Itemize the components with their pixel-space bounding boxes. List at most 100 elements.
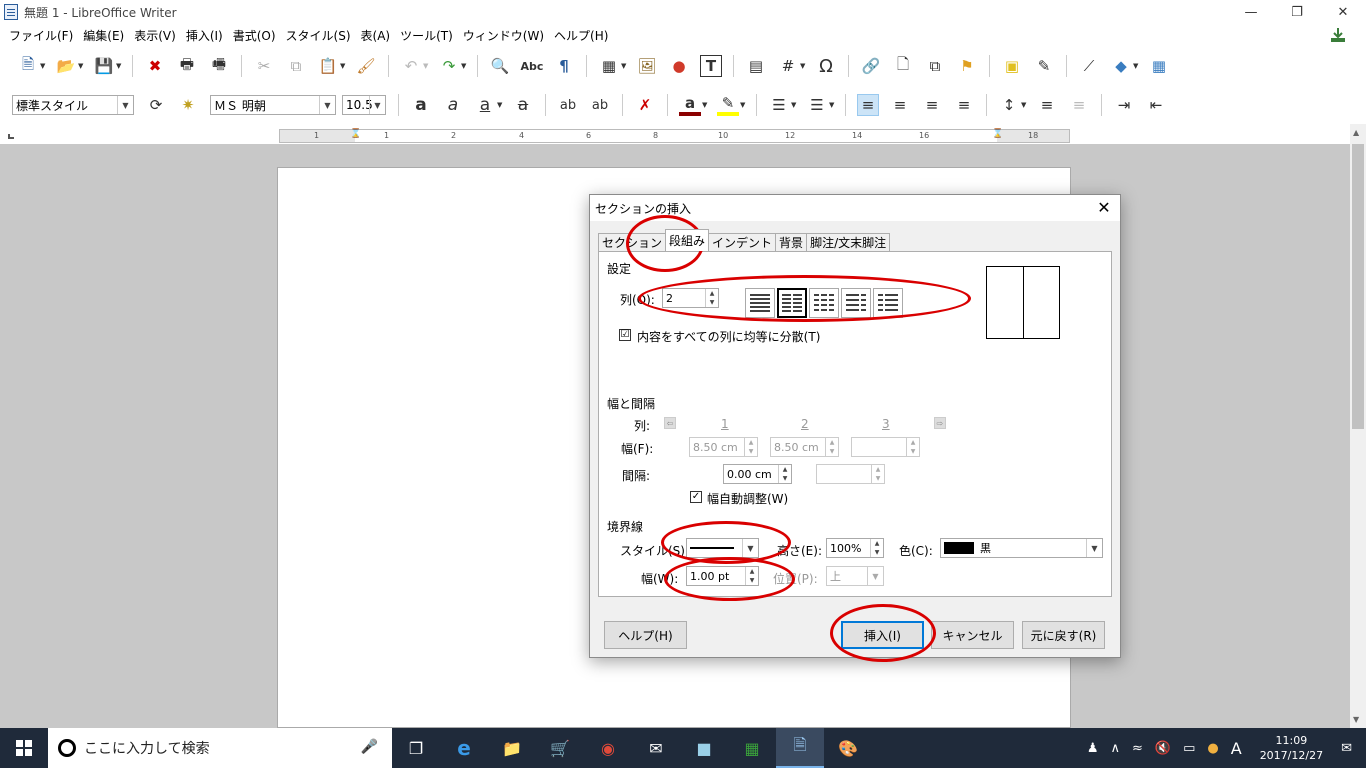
taskbar-search-box[interactable]: ここに入力して検索 🎤	[48, 728, 392, 768]
bullets-icon[interactable]: ☰	[768, 94, 790, 116]
copy-icon[interactable]: ⧉	[285, 55, 307, 77]
horizontal-ruler[interactable]: 1 1 2 4 6 8 10 12 14 16 18 ⌛ ⌛	[279, 129, 1070, 143]
separator-position-select[interactable]: 上 ▼	[826, 566, 884, 586]
ime-indicator[interactable]: A	[1231, 739, 1242, 758]
battery-icon[interactable]: ▭	[1183, 741, 1195, 756]
clear-formatting-icon[interactable]: ✗	[634, 94, 656, 116]
underline-icon[interactable]: a	[474, 94, 496, 116]
page-break-icon[interactable]: ▤	[745, 55, 767, 77]
menu-tools[interactable]: ツール(T)	[395, 27, 458, 44]
font-color-dropdown-icon[interactable]: ▼	[702, 101, 708, 109]
find-replace-icon[interactable]: 🔍	[489, 55, 511, 77]
insert-button[interactable]: 挿入(I)	[841, 621, 924, 649]
chevron-down-icon[interactable]: ▼	[117, 96, 133, 114]
stepper-arrows-icon[interactable]: ▲ ▼	[871, 465, 884, 483]
column-preset-3[interactable]	[809, 288, 839, 318]
cancel-button[interactable]: キャンセル	[931, 621, 1014, 649]
spelling-icon[interactable]: Abc	[521, 55, 544, 77]
tab-stop-selector-icon[interactable]	[8, 134, 14, 139]
special-character-icon[interactable]: Ω	[815, 55, 837, 77]
column-preset-left-wide[interactable]	[841, 288, 871, 318]
menu-window[interactable]: ウィンドウ(W)	[458, 27, 549, 44]
stepper-arrows-icon[interactable]: ▲ ▼	[778, 465, 791, 483]
increase-paragraph-spacing-icon[interactable]: ≡	[1036, 94, 1058, 116]
chevron-down-icon[interactable]: ▼	[319, 96, 335, 114]
reset-button[interactable]: 元に戻す(R)	[1022, 621, 1105, 649]
stepper-arrows-icon[interactable]: ▲ ▼	[745, 567, 758, 585]
column3-width-field[interactable]: ▲ ▼	[851, 437, 920, 457]
right-indent-marker-icon[interactable]: ⌛	[992, 129, 1003, 139]
paste-dropdown-icon[interactable]: ▼	[340, 62, 346, 70]
menu-insert[interactable]: 挿入(I)	[181, 27, 228, 44]
print-preview-icon[interactable]: 🖷	[208, 55, 230, 77]
open-folder-icon[interactable]: 📂	[55, 55, 77, 77]
store-icon[interactable]: 🛒	[536, 728, 584, 768]
bookmark-icon[interactable]: ⚑	[956, 55, 978, 77]
scroll-up-icon[interactable]: ▲	[1353, 128, 1359, 137]
taskbar-clock[interactable]: 11:09 2017/12/27	[1260, 733, 1323, 763]
tab-section[interactable]: セクション	[598, 233, 667, 251]
line-spacing-icon[interactable]: ↕	[998, 94, 1020, 116]
shapes-dropdown-icon[interactable]: ▼	[1133, 62, 1139, 70]
menu-styles[interactable]: スタイル(S)	[281, 27, 356, 44]
insert-table-icon[interactable]: ▦	[598, 55, 620, 77]
menu-format[interactable]: 書式(O)	[228, 27, 281, 44]
edge-browser-icon[interactable]: e	[440, 728, 488, 768]
highlight-icon[interactable]: ✎	[717, 94, 739, 116]
people-icon[interactable]: ♟	[1087, 741, 1099, 756]
task-view-icon[interactable]: ❐	[392, 728, 440, 768]
column-preset-2[interactable]	[777, 288, 807, 318]
decrease-indent-icon[interactable]: ⇤	[1145, 94, 1167, 116]
redo-dropdown-icon[interactable]: ▼	[461, 62, 467, 70]
save-icon[interactable]: 💾	[93, 55, 115, 77]
font-name-combo[interactable]: ＭＳ 明朝 ▼	[210, 95, 336, 115]
notepad-icon[interactable]: ■	[680, 728, 728, 768]
chevron-down-icon[interactable]: ▼	[369, 96, 385, 114]
minimize-icon[interactable]: —	[1228, 0, 1274, 24]
track-changes-icon[interactable]: ✎	[1033, 55, 1055, 77]
separator-height-field[interactable]: 100% ▲ ▼	[826, 538, 884, 558]
bold-icon[interactable]: a	[410, 94, 432, 116]
font-color-icon[interactable]: a	[679, 94, 701, 116]
network-icon[interactable]: ≈	[1132, 741, 1143, 756]
hyperlink-icon[interactable]: 🔗	[860, 55, 882, 77]
underline-dropdown-icon[interactable]: ▼	[497, 101, 503, 109]
basic-shapes-icon[interactable]: ◆	[1110, 55, 1132, 77]
even-distribute-checkbox[interactable]: ☑	[619, 329, 631, 341]
menu-file[interactable]: ファイル(F)	[4, 27, 78, 44]
stepper-arrows-icon[interactable]: ▲ ▼	[705, 289, 718, 307]
spacing-field[interactable]: 0.00 cm ▲ ▼	[723, 464, 792, 484]
dialog-close-icon[interactable]: ✕	[1094, 197, 1114, 217]
column-preset-1[interactable]	[745, 288, 775, 318]
tab-columns[interactable]: 段組み	[665, 229, 710, 251]
column-prev-arrow-icon[interactable]: ⇦	[664, 417, 676, 429]
windows-start-icon[interactable]	[0, 728, 48, 768]
left-indent-marker-icon[interactable]: ⌛	[350, 129, 361, 139]
weather-icon[interactable]: ●	[1207, 741, 1218, 756]
italic-icon[interactable]: a	[442, 94, 464, 116]
paint-icon[interactable]: 🎨	[824, 728, 872, 768]
separator-style-select[interactable]: ▼	[686, 538, 759, 558]
open-dropdown-icon[interactable]: ▼	[78, 62, 84, 70]
columns-count-stepper[interactable]: 2 ▲ ▼	[662, 288, 719, 308]
cross-reference-icon[interactable]: ⧉	[924, 55, 946, 77]
menu-help[interactable]: ヘルプ(H)	[549, 27, 613, 44]
action-center-icon[interactable]: ✉	[1341, 741, 1352, 756]
highlight-dropdown-icon[interactable]: ▼	[740, 101, 746, 109]
menu-view[interactable]: 表示(V)	[129, 27, 181, 44]
insert-field-icon[interactable]: #	[777, 55, 799, 77]
cut-icon[interactable]: ✂	[253, 55, 275, 77]
font-size-combo[interactable]: 10.5 ▼	[342, 95, 386, 115]
tab-area[interactable]: 背景	[775, 233, 808, 251]
new-document-icon[interactable]: 🗎	[17, 55, 39, 77]
save-dropdown-icon[interactable]: ▼	[116, 62, 122, 70]
align-left-icon[interactable]: ≡	[857, 94, 879, 116]
restore-icon[interactable]: ❐	[1274, 0, 1320, 24]
numbering-dropdown-icon[interactable]: ▼	[829, 101, 835, 109]
chevron-down-icon[interactable]: ▼	[867, 567, 883, 585]
draw-functions-icon[interactable]: ▦	[1148, 55, 1170, 77]
file-explorer-icon[interactable]: 📁	[488, 728, 536, 768]
separator-color-select[interactable]: 黒 ▼	[940, 538, 1103, 558]
clone-formatting-icon[interactable]: 🖌	[355, 55, 377, 77]
menu-table[interactable]: 表(A)	[356, 27, 396, 44]
